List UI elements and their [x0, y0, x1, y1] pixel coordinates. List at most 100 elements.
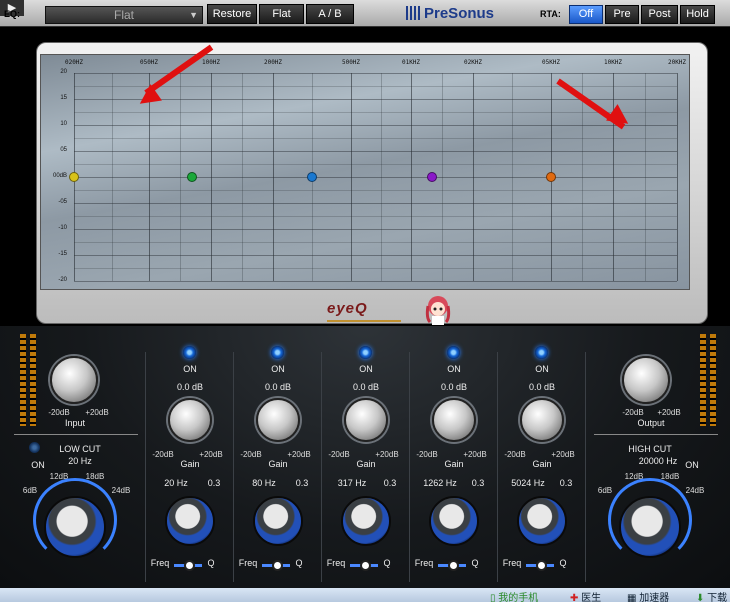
grid-line-vertical [677, 73, 678, 281]
band-4-slider-thumb[interactable] [448, 560, 459, 571]
rta-pre-button[interactable]: Pre [605, 5, 639, 24]
output-meter-left [700, 334, 706, 426]
input-max-label: +20dB [85, 408, 109, 417]
band-3-freq-label: Freq [326, 558, 346, 568]
eq-control-panel: -20dB +20dB Input LOW CUT 20 Hz ON 6dB 1… [0, 326, 730, 588]
band-2-slider-thumb[interactable] [272, 560, 283, 571]
phone-icon: ▯ [490, 593, 496, 602]
band-5-freq-knob[interactable] [517, 496, 567, 546]
band-3-handle[interactable] [307, 172, 317, 182]
grid-line-horizontal [74, 229, 677, 230]
band-3-gain-max: +20dB [375, 450, 399, 459]
band-1-gain-min: -20dB [152, 450, 174, 459]
lowcut-power-icon[interactable] [29, 442, 40, 453]
band-5-gain-knob[interactable] [520, 398, 564, 442]
freq-tick-label: 20KHZ [667, 59, 687, 66]
taskbar-item-accelerator[interactable]: ▦ 加速器 [627, 589, 669, 602]
db-tick-label: 10 [60, 121, 67, 127]
band-1-q-label: Q [207, 558, 215, 568]
ab-compare-button[interactable]: A / B [306, 4, 354, 24]
taskbar-item-download[interactable]: ⬇ 下载 [696, 589, 727, 602]
band-3-slider-thumb[interactable] [360, 560, 371, 571]
rta-off-button[interactable]: Off [569, 5, 603, 24]
band-5-gain-label: Gain [532, 459, 552, 469]
band-2-power-icon[interactable] [271, 346, 284, 359]
band-3-power-icon[interactable] [359, 346, 372, 359]
band-5-slider-thumb[interactable] [536, 560, 547, 571]
lowcut-knob[interactable] [44, 496, 106, 558]
eq-label: EQ: [4, 9, 21, 19]
rta-label: RTA: [540, 9, 561, 19]
db-tick-label: 20 [60, 69, 67, 75]
grid-line-minor [74, 190, 677, 191]
db-tick-label: 00dB [52, 173, 67, 179]
output-meter-right [710, 334, 716, 426]
band-1-freq-label: Freq [150, 558, 170, 568]
taskbar-item-phone[interactable]: ▯ 我的手机 [490, 589, 538, 602]
band-2-handle[interactable] [187, 172, 197, 182]
band-2-gain-value: 0.0 dB [264, 382, 292, 392]
band-1-slider-thumb[interactable] [184, 560, 195, 571]
eyeq-logo-underline [327, 320, 401, 322]
output-max-label: +20dB [657, 408, 681, 417]
freq-tick-label: 02KHZ [463, 59, 483, 66]
band-1-q-value: 0.3 [207, 478, 221, 488]
band-2-gain-label: Gain [268, 459, 288, 469]
band-3-gain-min: -20dB [328, 450, 350, 459]
band-1-power-icon[interactable] [183, 346, 196, 359]
band-4-freq-knob[interactable] [429, 496, 479, 546]
band-5-gain-value: 0.0 dB [528, 382, 556, 392]
band-2-gain-max: +20dB [287, 450, 311, 459]
lowcut-slope-6[interactable]: 6dB [15, 486, 45, 495]
grid-line-horizontal [74, 177, 677, 178]
chevron-down-icon: ▼ [189, 10, 198, 20]
lowcut-header-line [14, 434, 138, 435]
taskbar-accelerator-label: 加速器 [639, 593, 670, 602]
taskbar-download-label: 下载 [707, 593, 728, 602]
band-4-handle[interactable] [427, 172, 437, 182]
freq-tick-label: 200HZ [263, 59, 283, 66]
band-4-gain-min: -20dB [416, 450, 438, 459]
brand-name: PreSonus [424, 5, 495, 22]
flat-button[interactable]: Flat [259, 4, 304, 24]
db-tick-label: -05 [58, 199, 67, 205]
band-2-freq-label: Freq [238, 558, 258, 568]
lowcut-frequency: 20 Hz [68, 456, 92, 466]
output-gain-knob[interactable] [622, 356, 670, 404]
rta-hold-button[interactable]: Hold [680, 5, 715, 24]
preset-dropdown[interactable]: Flat ▼ [45, 6, 203, 24]
band-3-gain-knob[interactable] [344, 398, 388, 442]
eq-graph[interactable]: 020HZ 050HZ 100HZ 200HZ 500HZ 01KHZ 02KHZ 05KHZ… [40, 54, 690, 290]
db-tick-label: 15 [60, 95, 67, 101]
band-2-freq-knob[interactable] [253, 496, 303, 546]
freq-tick-label: 01KHZ [401, 59, 421, 66]
grid-line-minor [74, 268, 677, 269]
band-5-handle[interactable] [546, 172, 556, 182]
restore-button[interactable]: Restore [207, 4, 257, 24]
band-1-gain-knob[interactable] [168, 398, 212, 442]
grid-line-minor [74, 164, 677, 165]
highcut-slope-6[interactable]: 6dB [590, 486, 620, 495]
band-2-gain-knob[interactable] [256, 398, 300, 442]
band-separator [145, 352, 146, 582]
download-arrow-icon: ⬇ [696, 593, 705, 602]
band-3-freq-knob[interactable] [341, 496, 391, 546]
lowcut-slope-24[interactable]: 24dB [106, 486, 136, 495]
band-4-gain-knob[interactable] [432, 398, 476, 442]
highcut-knob[interactable] [619, 496, 681, 558]
band-5-power-icon[interactable] [535, 346, 548, 359]
highcut-slope-24[interactable]: 24dB [680, 486, 710, 495]
rta-post-button[interactable]: Post [641, 5, 678, 24]
band-separator [233, 352, 234, 582]
input-gain-knob[interactable] [50, 356, 98, 404]
band-separator [497, 352, 498, 582]
band-3-gain-value: 0.0 dB [352, 382, 380, 392]
grid-line-horizontal [74, 73, 677, 74]
band-1-freq-knob[interactable] [165, 496, 215, 546]
taskbar-item-doctor[interactable]: ✚ 医生 [570, 589, 601, 602]
freq-tick-label: 05KHZ [541, 59, 561, 66]
band-2-on-label: ON [271, 364, 285, 374]
band-1-handle[interactable] [69, 172, 79, 182]
band-4-power-icon[interactable] [447, 346, 460, 359]
brand-logo: PreSonus [406, 5, 494, 23]
